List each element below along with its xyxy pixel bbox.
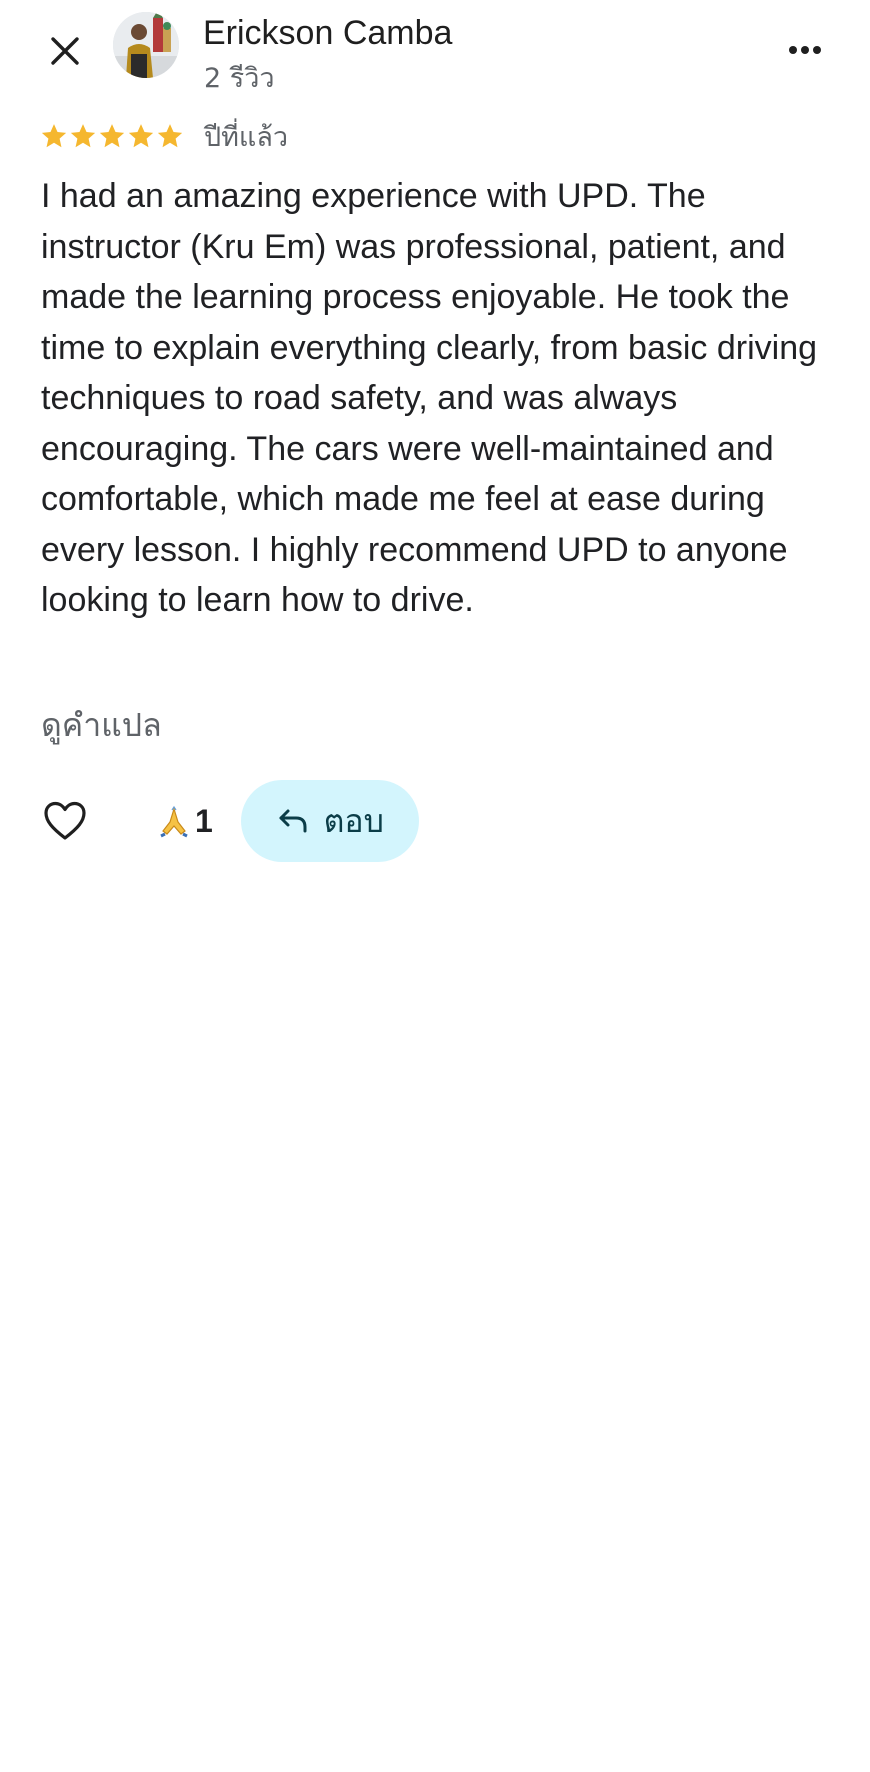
reply-label: ตอบ [323, 801, 384, 840]
rating-row: ปีที่แล้ว [40, 116, 288, 156]
reply-arrow-icon [276, 804, 310, 838]
praying-hands-icon [157, 804, 191, 838]
heart-outline-icon [44, 801, 86, 840]
review-text: I had an amazing experience with UPD. Th… [41, 177, 818, 619]
star-icon [128, 124, 154, 148]
review-header: Erickson Camba 2 รีวิว [0, 0, 870, 100]
review-date: ปีที่แล้ว [204, 121, 289, 153]
star-rating [40, 122, 184, 150]
star-icon [157, 124, 183, 148]
more-options-button[interactable] [780, 30, 830, 70]
close-icon [51, 37, 79, 65]
reaction-count: 1 [195, 802, 213, 839]
like-button[interactable] [40, 796, 90, 846]
avatar-photo [113, 12, 179, 78]
more-options-icon [789, 46, 821, 54]
star-icon [99, 124, 125, 148]
reaction-badge[interactable]: 1 [157, 803, 213, 840]
star-icon [41, 124, 67, 148]
reply-button[interactable]: ตอบ [240, 780, 419, 862]
avatar[interactable] [113, 12, 179, 78]
see-translation-link[interactable]: ดูคำแปล [41, 700, 162, 751]
review-actions: 1 ตอบ [40, 780, 419, 862]
close-button[interactable] [42, 28, 88, 74]
reviewer-review-count: 2 รีวิว [204, 63, 275, 94]
reviewer-name[interactable]: Erickson Camba [203, 14, 452, 53]
star-icon [70, 124, 96, 148]
